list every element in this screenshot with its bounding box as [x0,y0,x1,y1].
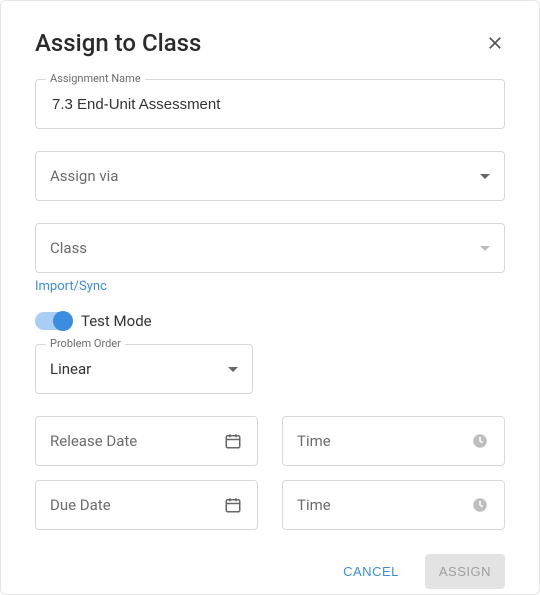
assignment-name-field: Assignment Name [35,79,505,129]
release-row: Release Date Time [35,416,505,466]
clock-icon [470,431,490,451]
clock-icon [470,495,490,515]
calendar-icon [223,495,243,515]
release-time-input[interactable]: Time [282,416,505,466]
test-mode-toggle[interactable] [35,312,71,330]
chevron-down-icon [228,367,238,372]
due-date-input[interactable]: Due Date [35,480,258,530]
test-mode-label: Test Mode [81,312,152,330]
release-date-input[interactable]: Release Date [35,416,258,466]
assign-button[interactable]: ASSIGN [425,554,505,589]
problem-order-field: Problem Order Linear [35,344,505,394]
import-sync-link[interactable]: Import/Sync [35,279,505,294]
chevron-down-icon [480,246,490,251]
due-date-label: Due Date [50,496,223,514]
assign-via-placeholder: Assign via [50,167,472,185]
class-select[interactable]: Class [35,223,505,273]
assign-to-class-dialog: Assign to Class Assignment Name Assign v… [0,0,540,595]
release-date-label: Release Date [50,432,223,450]
chevron-down-icon [480,174,490,179]
toggle-knob [53,311,73,331]
assignment-name-input-wrap[interactable]: Assignment Name [35,79,505,129]
cancel-button[interactable]: CANCEL [329,554,413,589]
problem-order-label: Problem Order [46,337,125,350]
problem-order-value: Linear [50,360,220,378]
dialog-header: Assign to Class [35,29,505,57]
assignment-name-input[interactable] [50,95,490,114]
assignment-name-label: Assignment Name [46,72,145,85]
release-time-label: Time [297,432,470,450]
due-row: Due Date Time [35,480,505,530]
dialog-title: Assign to Class [35,29,201,57]
close-icon [486,34,504,52]
due-time-label: Time [297,496,470,514]
calendar-icon [223,431,243,451]
assign-via-field: Assign via [35,151,505,201]
class-placeholder: Class [50,239,472,257]
test-mode-row: Test Mode [35,312,505,330]
due-time-input[interactable]: Time [282,480,505,530]
class-field: Class [35,223,505,273]
dialog-actions: CANCEL ASSIGN [35,544,505,589]
close-button[interactable] [485,33,505,53]
problem-order-select[interactable]: Problem Order Linear [35,344,253,394]
assign-via-select[interactable]: Assign via [35,151,505,201]
